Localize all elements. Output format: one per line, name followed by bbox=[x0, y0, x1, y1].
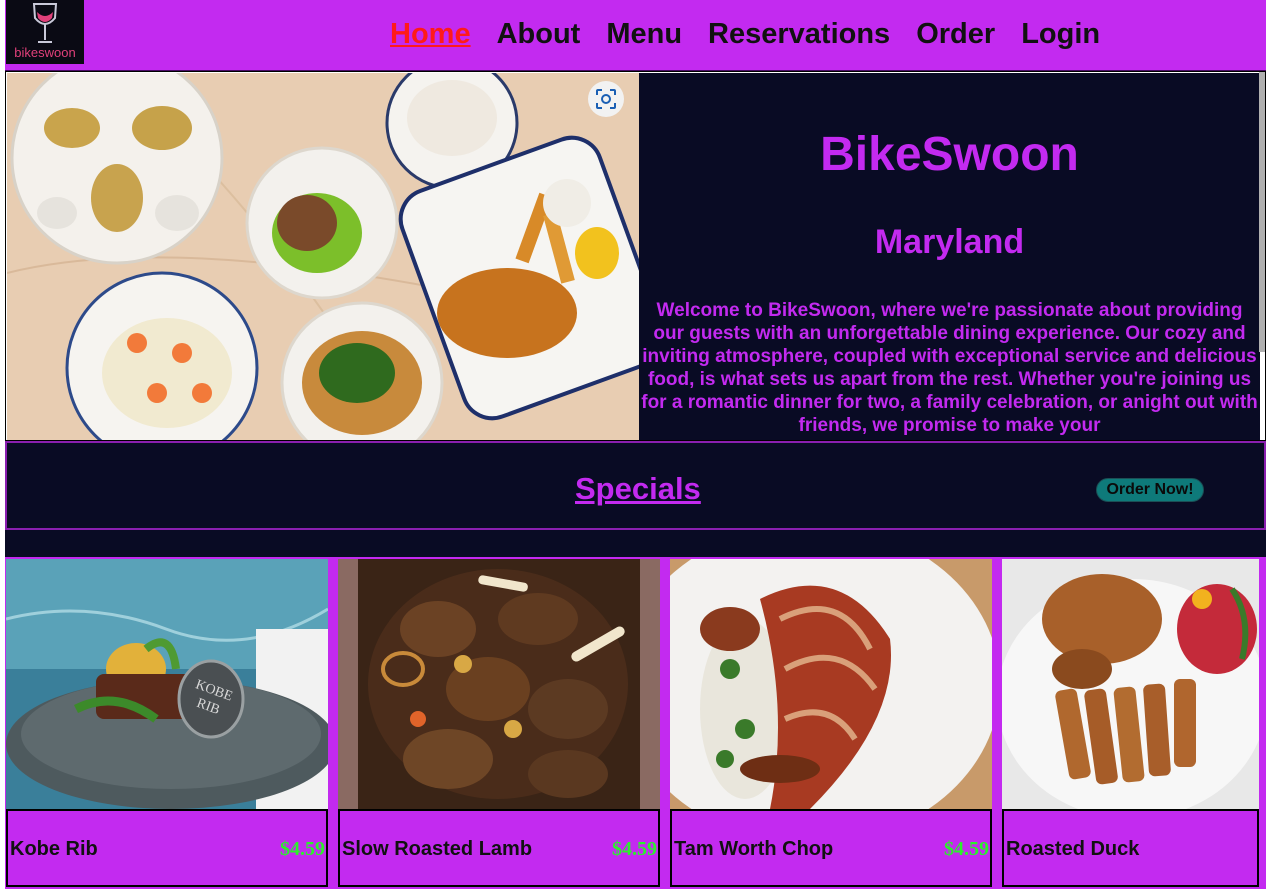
card-title: Kobe Rib bbox=[10, 838, 98, 860]
nav-order-link[interactable]: Order bbox=[916, 16, 995, 52]
nav-reservations-link[interactable]: Reservations bbox=[708, 16, 890, 52]
card-footer: Slow Roasted Lamb $4.59 bbox=[338, 809, 660, 887]
logo[interactable]: bikeswoon bbox=[6, 0, 84, 64]
hero-description: Welcome to BikeSwoon, where we're passio… bbox=[641, 300, 1258, 436]
kobe-rib-image: KOBE RIB bbox=[6, 559, 328, 809]
card-title: Tam Worth Chop bbox=[674, 838, 834, 860]
hero-section: BikeSwoon Maryland Welcome to BikeSwoon,… bbox=[5, 71, 1266, 441]
slow-roasted-lamb-image bbox=[338, 559, 660, 809]
visual-search-icon bbox=[596, 89, 616, 109]
specials-cards: KOBE RIB Kobe Rib $4.59 Slow Roasted Lam… bbox=[5, 557, 1266, 889]
visual-search-button[interactable] bbox=[588, 81, 624, 117]
card-footer: Tam Worth Chop $4.59 bbox=[670, 809, 992, 887]
card-price: $4.59 bbox=[280, 838, 325, 860]
wine-glass-icon bbox=[32, 3, 58, 43]
card-divider bbox=[330, 557, 337, 889]
card-footer: Kobe Rib $4.59 bbox=[6, 809, 328, 887]
order-now-button[interactable]: Order Now! bbox=[1096, 478, 1204, 502]
hero-scrollbar[interactable] bbox=[1259, 72, 1265, 352]
section-spacer bbox=[5, 530, 1266, 557]
card-price: $4.59 bbox=[944, 838, 989, 860]
main-nav: Home About Menu Reservations Order Login bbox=[390, 16, 1100, 52]
menu-card[interactable]: Roasted Duck bbox=[1001, 557, 1259, 889]
menu-card[interactable]: KOBE RIB Kobe Rib $4.59 bbox=[5, 557, 330, 889]
card-price: $4.59 bbox=[612, 838, 657, 860]
nav-about-link[interactable]: About bbox=[497, 16, 581, 52]
hero-title: BikeSwoon bbox=[820, 128, 1079, 181]
card-title: Slow Roasted Lamb bbox=[342, 838, 533, 860]
roasted-duck-image bbox=[1002, 559, 1259, 809]
card-title: Roasted Duck bbox=[1006, 838, 1140, 860]
card-footer: Roasted Duck bbox=[1002, 809, 1259, 887]
specials-section: Specials Order Now! bbox=[5, 441, 1266, 530]
nav-login-link[interactable]: Login bbox=[1021, 16, 1100, 52]
card-divider bbox=[662, 557, 669, 889]
hero-text-panel: BikeSwoon Maryland Welcome to BikeSwoon,… bbox=[639, 73, 1260, 440]
menu-card[interactable]: Slow Roasted Lamb $4.59 bbox=[337, 557, 662, 889]
site-header: bikeswoon Home About Menu Reservations O… bbox=[5, 0, 1266, 71]
hero-food-image bbox=[7, 73, 639, 440]
specials-title[interactable]: Specials bbox=[575, 471, 701, 507]
menu-card[interactable]: Tam Worth Chop $4.59 bbox=[669, 557, 994, 889]
tam-worth-chop-image bbox=[670, 559, 992, 809]
nav-menu-link[interactable]: Menu bbox=[606, 16, 682, 52]
hero-subtitle: Maryland bbox=[874, 223, 1025, 261]
card-divider bbox=[994, 557, 1001, 889]
nav-home-link[interactable]: Home bbox=[390, 16, 471, 52]
logo-text: bikeswoon bbox=[14, 45, 76, 60]
